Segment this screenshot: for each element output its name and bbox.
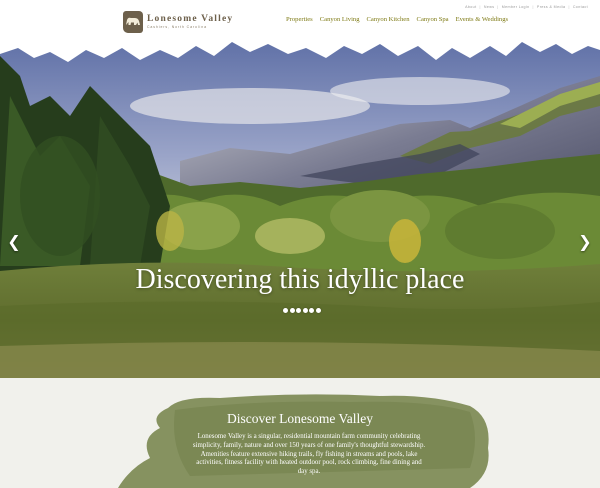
slide-dot[interactable] — [302, 308, 308, 313]
nav-canyon-kitchen[interactable]: Canyon Kitchen — [367, 16, 410, 23]
intro-section: Discover Lonesome Valley Lonesome Valley… — [0, 378, 600, 488]
logo[interactable]: Lonesome Valley Cashiers, North Carolina — [123, 11, 233, 33]
slide-dot[interactable] — [296, 308, 302, 313]
nav-canyon-living[interactable]: Canyon Living — [320, 16, 360, 23]
nav-events-weddings[interactable]: Events & Weddings — [456, 16, 508, 23]
hero-title: Discovering this idyllic place — [135, 264, 465, 295]
utility-link-news[interactable]: News — [484, 5, 495, 9]
utility-nav: About | News | Member Login | Press & Me… — [465, 5, 588, 9]
brand-name: Lonesome Valley — [147, 14, 234, 24]
utility-link-press[interactable]: Press & Media — [537, 5, 566, 9]
divider: | — [479, 5, 481, 9]
intro-body: Lonesome Valley is a singular, residenti… — [192, 433, 426, 476]
main-nav: Properties Canyon Living Canyon Kitchen … — [286, 16, 515, 23]
slide-dot[interactable] — [315, 308, 321, 313]
bear-icon — [123, 11, 143, 33]
chevron-left-icon[interactable]: ❮ — [7, 233, 21, 251]
divider: | — [532, 5, 534, 9]
brand-tagline: Cashiers, North Carolina — [147, 25, 207, 29]
utility-link-about[interactable]: About — [465, 5, 476, 9]
utility-link-contact[interactable]: Contact — [573, 5, 588, 9]
slide-pagination — [283, 308, 323, 313]
slide-dot[interactable] — [283, 308, 288, 313]
slide-dot[interactable] — [309, 308, 315, 313]
hero-slider: ❮ ❯ Discovering this idyllic place — [0, 36, 600, 378]
chevron-right-icon[interactable]: ❯ — [578, 233, 592, 251]
divider: | — [497, 5, 499, 9]
slide-dot[interactable] — [289, 308, 295, 313]
nav-properties[interactable]: Properties — [286, 16, 313, 23]
nav-canyon-spa[interactable]: Canyon Spa — [417, 16, 449, 23]
intro-title: Discover Lonesome Valley — [227, 411, 373, 426]
site-header: Lonesome Valley Cashiers, North Carolina… — [0, 0, 600, 40]
utility-link-member-login[interactable]: Member Login — [502, 5, 530, 9]
hero-painting — [0, 36, 600, 378]
divider: | — [568, 5, 570, 9]
